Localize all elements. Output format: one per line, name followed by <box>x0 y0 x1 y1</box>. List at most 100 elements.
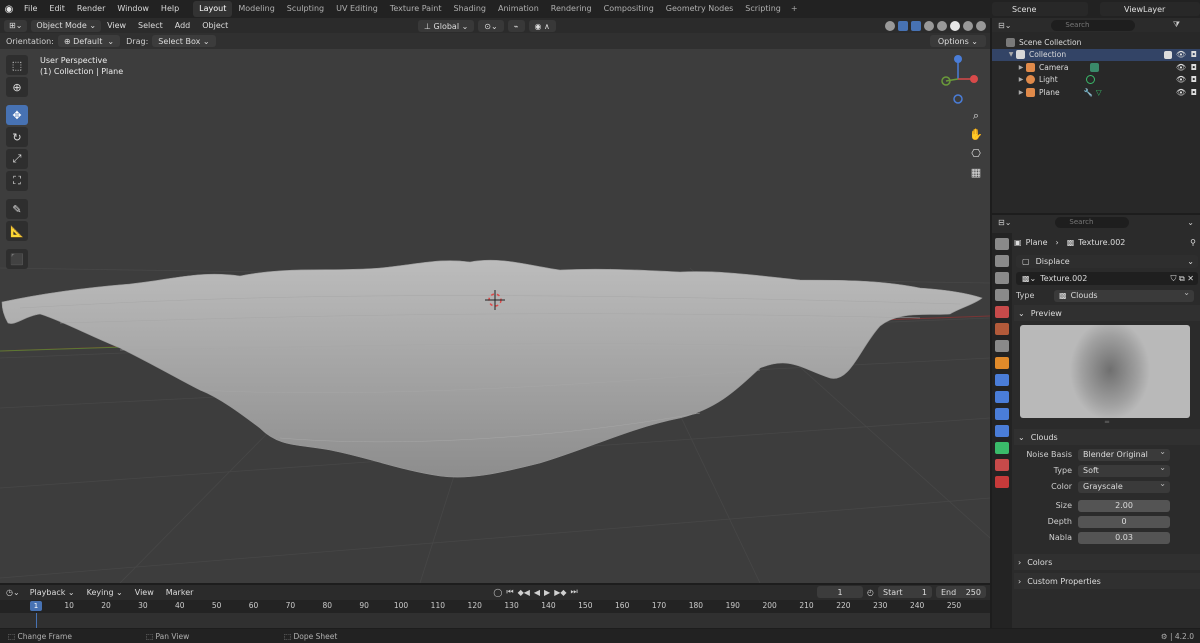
wireframe-shading-icon[interactable] <box>937 20 947 31</box>
view-layer-name[interactable]: ViewLayer <box>1124 5 1165 14</box>
eye-icon[interactable]: 👁 <box>1176 50 1186 59</box>
outliner-camera[interactable]: ▶ Camera 👁 ◘ <box>992 61 1200 74</box>
tl-menu-marker[interactable]: Marker <box>160 588 200 597</box>
colors-panel-title[interactable]: Colors <box>1027 558 1052 567</box>
clouds-panel-title[interactable]: Clouds <box>1031 433 1058 442</box>
eye-icon[interactable]: 👁 <box>1176 63 1186 72</box>
preview-resize-handle[interactable]: ═ <box>1014 418 1200 426</box>
scene-name[interactable]: Scene <box>1012 5 1036 14</box>
render-camera-icon[interactable]: ◘ <box>1191 50 1197 59</box>
cloud-type-value[interactable]: Soft <box>1083 466 1099 475</box>
end-frame-field[interactable]: End 250 <box>936 586 986 598</box>
eye-icon[interactable]: 👁 <box>1176 75 1186 84</box>
filter-icon[interactable]: ⧩ <box>1173 20 1180 30</box>
fake-user-shield-icon[interactable]: ⛉ ⧉ ✕ <box>1170 274 1194 284</box>
tl-menu-keying[interactable]: Keying ⌄ <box>81 588 129 597</box>
play-reverse-icon[interactable]: ◀ <box>534 588 540 597</box>
tl-menu-playback[interactable]: Playback ⌄ <box>24 588 81 597</box>
blender-logo-icon[interactable]: ◉ <box>0 0 18 18</box>
camera-data-icon[interactable] <box>1090 62 1100 72</box>
menu-window[interactable]: Window <box>111 0 155 18</box>
menu-edit[interactable]: Edit <box>43 0 71 18</box>
record-icon[interactable]: ◯ <box>493 588 502 597</box>
preview-panel-header[interactable]: ⌄ Preview <box>1014 305 1200 321</box>
outliner-editor-icon[interactable]: ⊟⌄ <box>998 21 1011 30</box>
output-tab-icon[interactable] <box>995 272 1009 284</box>
menu-help[interactable]: Help <box>155 0 185 18</box>
playhead-frame-indicator[interactable]: 1 <box>30 601 42 611</box>
chevron-down-icon[interactable]: ⌄ <box>1187 257 1194 266</box>
rotate-tool-icon[interactable]: ↻ <box>6 127 28 147</box>
viewport-canvas[interactable] <box>0 18 990 583</box>
measure-tool-icon[interactable]: 📐 <box>6 221 28 241</box>
expand-arrow-icon[interactable]: ▶ <box>1016 76 1026 83</box>
tl-menu-label[interactable]: Keying <box>87 588 114 597</box>
expand-arrow-icon[interactable]: ▶ <box>1016 89 1026 96</box>
cursor-tool-icon[interactable]: ⊕ <box>6 77 28 97</box>
chevron-right-icon[interactable]: › <box>1018 558 1021 567</box>
outliner-light[interactable]: ▶ Light 👁 ◘ <box>992 74 1200 87</box>
tab-uv-editing[interactable]: UV Editing <box>330 1 384 17</box>
vp-menu-add[interactable]: Add <box>169 21 197 30</box>
physics-tab-icon[interactable] <box>995 408 1009 420</box>
tab-layout[interactable]: Layout <box>193 1 233 17</box>
options-button[interactable]: Options ⌄ <box>929 35 986 47</box>
texture-type-value[interactable]: Clouds <box>1071 291 1098 300</box>
select-box-tool-icon[interactable]: ⬚ <box>6 55 28 75</box>
z-axis-gizmo-icon[interactable] <box>954 55 962 63</box>
world-tab-icon[interactable] <box>995 323 1009 335</box>
gizmo-toggle-icon[interactable] <box>898 20 908 31</box>
properties-editor-icon[interactable]: ⊟⌄ <box>998 218 1011 227</box>
annotate-tool-icon[interactable]: ✎ <box>6 199 28 219</box>
tab-compositing[interactable]: Compositing <box>598 1 660 17</box>
drag-value[interactable]: Select Box <box>158 37 200 46</box>
preview-panel-title[interactable]: Preview <box>1031 309 1062 318</box>
particles-tab-icon[interactable] <box>995 391 1009 403</box>
view-layer-tab-icon[interactable] <box>995 289 1009 301</box>
outliner-collection[interactable]: ▼ Collection 👁 ◘ <box>992 48 1200 61</box>
tl-menu-view[interactable]: View <box>129 588 160 597</box>
modifier-wrench-icon[interactable]: 🔧 <box>1084 88 1093 97</box>
render-camera-icon[interactable]: ◘ <box>1191 75 1197 84</box>
rendered-shading-icon[interactable] <box>976 20 986 31</box>
orientation-dropdown[interactable]: ⊕ Default ⌄ <box>57 35 121 47</box>
clouds-panel-header[interactable]: ⌄ Clouds <box>1014 429 1200 445</box>
3d-viewport[interactable]: ⊞⌄ Object Mode ⌄ View Select Add Object … <box>0 18 990 583</box>
custom-properties-header[interactable]: › Custom Properties <box>1014 573 1200 589</box>
cloud-type-dropdown[interactable]: Soft <box>1078 463 1170 477</box>
tab-scripting[interactable]: Scripting <box>739 1 787 17</box>
jump-start-icon[interactable]: ⏮ <box>506 587 513 597</box>
neg-z-gizmo-icon[interactable] <box>953 94 963 104</box>
modifier-tab-icon[interactable] <box>995 374 1009 386</box>
vp-menu-select[interactable]: Select <box>132 21 169 30</box>
tab-rendering[interactable]: Rendering <box>545 1 598 17</box>
collection-tab-icon[interactable] <box>995 340 1009 352</box>
start-value[interactable]: 1 <box>922 588 927 597</box>
render-tab-icon[interactable] <box>995 255 1009 267</box>
jump-end-icon[interactable]: ⏭ <box>571 587 578 597</box>
view-layer-selector[interactable]: ViewLayer <box>1100 2 1200 16</box>
end-value[interactable]: 250 <box>966 588 981 597</box>
scene-tab-icon[interactable] <box>995 306 1009 318</box>
add-cube-tool-icon[interactable]: ⬛ <box>6 249 28 269</box>
light-data-icon[interactable] <box>1085 75 1095 85</box>
pan-hand-icon[interactable]: ✋ <box>967 126 985 142</box>
transform-tool-icon[interactable]: ⛶ <box>6 171 28 191</box>
drag-dropdown[interactable]: Select Box ⌄ <box>152 35 216 47</box>
collection-checkbox[interactable] <box>1164 50 1172 59</box>
timeline-editor-icon[interactable]: ◷⌄ <box>6 588 20 597</box>
displaced-plane-mesh[interactable] <box>1 259 983 478</box>
modifier-name[interactable]: Displace <box>1036 257 1070 266</box>
tab-animation[interactable]: Animation <box>492 1 545 17</box>
next-keyframe-icon[interactable]: ▶◆ <box>554 588 566 597</box>
depth-field[interactable]: 0 <box>1078 515 1170 528</box>
current-frame-field[interactable]: 1 <box>817 586 864 598</box>
xray-toggle-icon[interactable] <box>924 20 934 31</box>
navigation-gizmo[interactable] <box>938 55 983 105</box>
size-field[interactable]: 2.00 <box>1078 499 1170 512</box>
x-axis-gizmo-icon[interactable] <box>970 75 978 83</box>
color-dropdown[interactable]: Grayscale <box>1078 479 1170 493</box>
add-workspace-button[interactable]: + <box>787 1 802 17</box>
options-label[interactable]: Options <box>938 37 969 46</box>
chevron-down-icon[interactable]: ⌄ <box>1018 309 1025 318</box>
